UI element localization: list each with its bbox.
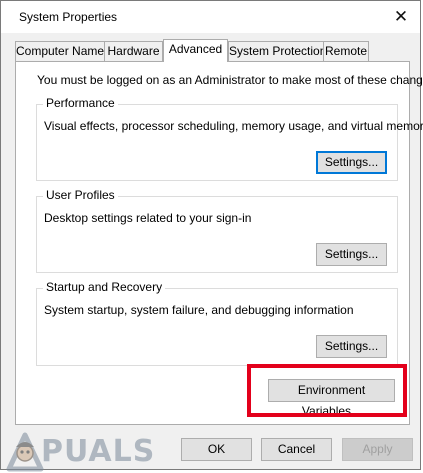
tab-remote[interactable]: Remote xyxy=(323,41,369,61)
close-icon[interactable]: ✕ xyxy=(390,6,412,28)
apply-button[interactable]: Apply xyxy=(342,438,413,461)
tab-system-protection[interactable]: System Protection xyxy=(228,41,326,61)
startup-recovery-group: Startup and Recovery System startup, sys… xyxy=(36,280,398,366)
admin-message: You must be logged on as an Administrato… xyxy=(37,73,423,87)
tab-computer-name[interactable]: Computer Name xyxy=(15,41,105,61)
user-profiles-description: Desktop settings related to your sign-in xyxy=(44,211,252,225)
tab-advanced[interactable]: Advanced xyxy=(163,39,228,62)
ok-button[interactable]: OK xyxy=(181,438,252,461)
performance-group: Performance Visual effects, processor sc… xyxy=(36,96,423,181)
title-bar: System Properties ✕ xyxy=(1,1,420,33)
watermark-logo: PUALS xyxy=(5,429,155,473)
startup-recovery-description: System startup, system failure, and debu… xyxy=(44,303,354,317)
system-properties-window: System Properties ✕ Computer Name Hardwa… xyxy=(0,0,423,473)
highlight-annotation xyxy=(247,364,407,417)
user-profiles-title: User Profiles xyxy=(43,188,118,202)
cancel-button[interactable]: Cancel xyxy=(261,438,332,461)
window-title: System Properties xyxy=(19,10,118,24)
user-profiles-settings-button[interactable]: Settings... xyxy=(316,243,387,266)
performance-settings-button[interactable]: Settings... xyxy=(316,151,387,174)
tab-hardware[interactable]: Hardware xyxy=(104,41,163,61)
mascot-icon xyxy=(6,432,44,472)
performance-title: Performance xyxy=(43,96,118,110)
startup-recovery-title: Startup and Recovery xyxy=(43,280,166,294)
performance-description: Visual effects, processor scheduling, me… xyxy=(44,119,423,133)
user-profiles-group: User Profiles Desktop settings related t… xyxy=(36,188,398,273)
watermark-text: PUALS xyxy=(41,433,156,469)
startup-recovery-settings-button[interactable]: Settings... xyxy=(316,335,387,358)
